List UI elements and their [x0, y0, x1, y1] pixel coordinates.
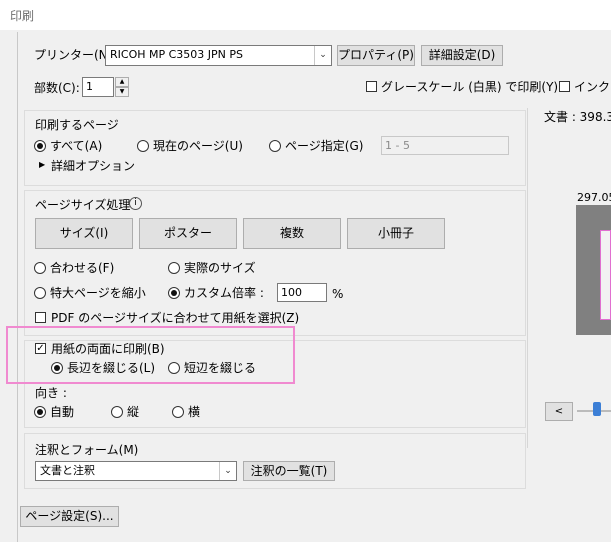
booklet-button[interactable]: 小冊子 — [347, 218, 445, 249]
pages-current-label: 現在のページ(U) — [153, 139, 243, 153]
properties-button[interactable]: プロパティ(P) — [337, 45, 415, 66]
grayscale-checkbox[interactable] — [366, 81, 377, 92]
copies-input[interactable]: 1 — [82, 77, 114, 97]
chevron-down-icon: ⌄ — [314, 46, 331, 65]
copies-up-button[interactable]: ▲ — [115, 77, 129, 87]
copies-value: 1 — [86, 80, 93, 93]
pages-title: 印刷するページ — [35, 118, 119, 132]
title-bar: 印刷 — [0, 0, 611, 30]
shrink-label: 特大ページを縮小 — [50, 286, 146, 300]
window-title: 印刷 — [10, 9, 35, 23]
orientation-auto-radio[interactable] — [34, 406, 46, 418]
custom-scale-value: 100 — [281, 286, 302, 299]
fit-label: 合わせる(F) — [50, 261, 115, 275]
orientation-portrait-label: 縦 — [127, 405, 140, 419]
orientation-auto-label: 自動 — [50, 405, 75, 419]
preview-prev-button[interactable]: < — [545, 402, 573, 421]
copies-label: 部数(C): — [34, 81, 80, 95]
pages-range-placeholder: 1 - 5 — [385, 139, 410, 152]
more-options-label[interactable]: 詳細オプション — [51, 159, 135, 173]
info-icon[interactable]: i — [129, 197, 142, 210]
orientation-portrait-radio[interactable] — [111, 406, 123, 418]
ink-checkbox[interactable] — [559, 81, 570, 92]
page-sizing-title: ページサイズ処理 — [35, 198, 131, 212]
comments-title: 注釈とフォーム(M) — [35, 443, 139, 457]
poster-button[interactable]: ポスター — [139, 218, 237, 249]
pages-range-label: ページ指定(G) — [285, 139, 364, 153]
orientation-landscape-radio[interactable] — [172, 406, 184, 418]
comments-summary-button[interactable]: 注釈の一覧(T) — [243, 461, 335, 481]
pdf-size-label: PDF のページサイズに合わせて用紙を選択(Z) — [51, 311, 300, 325]
ink-label: インク / — [574, 80, 611, 94]
orientation-label: 向き : — [35, 386, 67, 400]
custom-scale-input[interactable]: 100 — [277, 283, 327, 302]
document-size-label: 文書 : 398.3 x — [544, 110, 611, 124]
pages-range-radio[interactable] — [269, 140, 281, 152]
shrink-radio[interactable] — [34, 287, 46, 299]
multiple-button[interactable]: 複数 — [243, 218, 341, 249]
fit-radio[interactable] — [34, 262, 46, 274]
percent-label: % — [332, 287, 344, 301]
pages-all-radio[interactable] — [34, 140, 46, 152]
duplex-highlight-box — [6, 326, 295, 384]
printer-select[interactable]: RICOH MP C3503 JPN PS ⌄ — [105, 45, 332, 66]
preview-page-content — [600, 230, 611, 320]
preview-width-label: 297.05 — [577, 191, 611, 204]
copies-down-button[interactable]: ▼ — [115, 87, 129, 97]
printer-selected: RICOH MP C3503 JPN PS — [110, 48, 244, 61]
chevron-down-icon: ⌄ — [219, 462, 236, 480]
pages-current-radio[interactable] — [137, 140, 149, 152]
size-button[interactable]: サイズ(I) — [35, 218, 133, 249]
pages-all-label: すべて(A) — [50, 139, 103, 153]
comments-select[interactable]: 文書と注釈 ⌄ — [35, 461, 237, 481]
custom-scale-label: カスタム倍率 : — [184, 286, 264, 300]
custom-scale-radio[interactable] — [168, 287, 180, 299]
actual-size-radio[interactable] — [168, 262, 180, 274]
comments-selected: 文書と注釈 — [40, 464, 95, 477]
grayscale-label: グレースケール (白黒) で印刷(Y) — [381, 80, 559, 94]
preview-slider-thumb[interactable] — [593, 402, 601, 416]
actual-size-label: 実際のサイズ — [184, 261, 256, 275]
orientation-landscape-label: 横 — [188, 405, 201, 419]
pages-range-input[interactable]: 1 - 5 — [381, 136, 509, 155]
page-setup-button[interactable]: ページ設定(S)... — [20, 506, 119, 527]
advanced-button[interactable]: 詳細設定(D) — [421, 45, 503, 66]
expand-triangle-icon[interactable]: ▶ — [39, 160, 45, 169]
pdf-size-checkbox[interactable] — [35, 312, 46, 323]
